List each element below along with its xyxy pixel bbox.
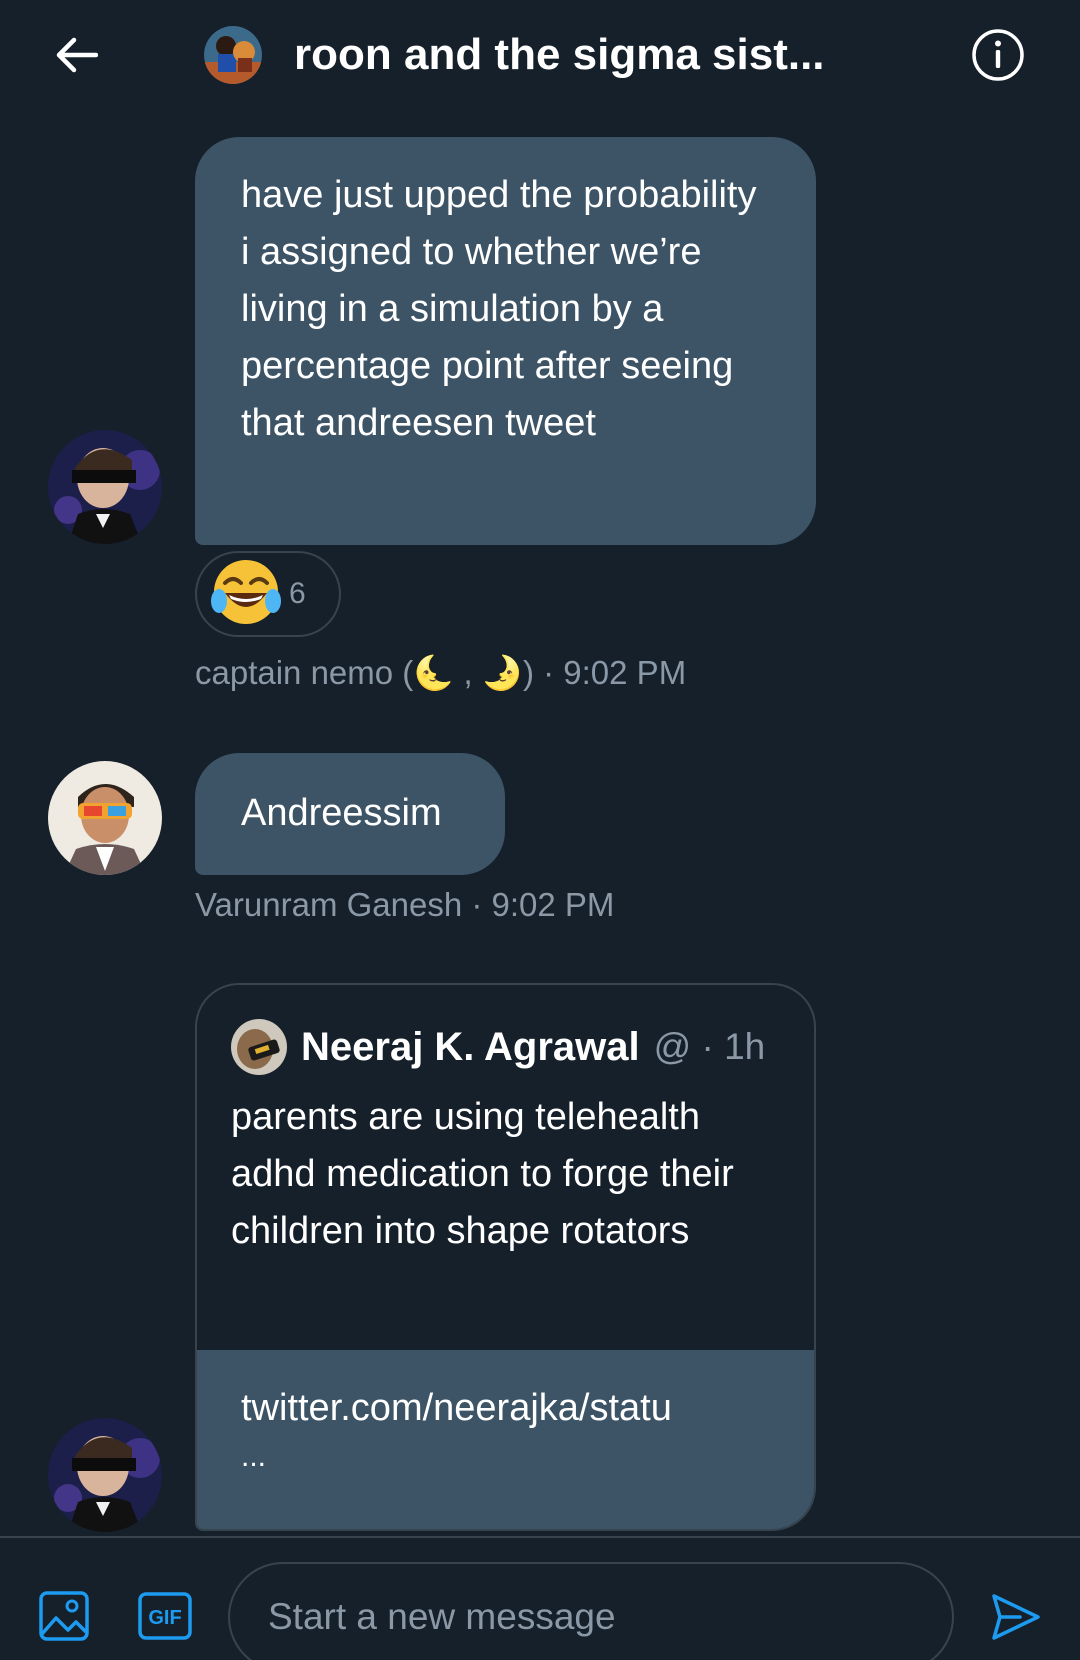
avatar-image — [48, 761, 162, 875]
image-icon — [39, 1591, 89, 1641]
conversation-header: roon and the sigma sist... — [0, 0, 1080, 112]
reaction-pill[interactable]: 6 — [195, 551, 341, 637]
send-icon — [992, 1594, 1040, 1640]
avatar-captain-nemo[interactable] — [48, 430, 162, 544]
tweet-link[interactable]: twitter.com/neerajka/statu ... — [197, 1350, 814, 1529]
add-gif-button[interactable]: GIF — [138, 1592, 192, 1640]
message-bubble[interactable]: have just upped the probability i assign… — [195, 137, 816, 545]
back-button[interactable] — [44, 28, 108, 82]
tweet-header: Neeraj K. Agrawal @ · 1h — [231, 1019, 765, 1075]
tweet-handle-time: @ · 1h — [653, 1026, 766, 1067]
conversation-info-button[interactable] — [970, 27, 1026, 83]
avatar-varunram-ganesh[interactable] — [48, 761, 162, 875]
add-media-button[interactable] — [38, 1590, 90, 1642]
reaction-count: 6 — [289, 577, 306, 610]
tweet-link-url: twitter.com/neerajka/statu — [241, 1387, 672, 1429]
conversation-title: roon and the sigma sist... — [294, 30, 825, 79]
message-meta: captain nemo (🌜 , 🌛) · 9:02 PM — [195, 654, 687, 691]
laughing-tears-emoji-icon — [211, 557, 281, 632]
arrow-left-icon — [56, 37, 98, 73]
info-icon — [972, 29, 1024, 81]
tweet-author-name: Neeraj K. Agrawal — [301, 1024, 640, 1069]
avatar-image — [48, 430, 162, 544]
gif-label: GIF — [148, 1607, 181, 1629]
dm-conversation-screen: roon and the sigma sist... have just upp… — [0, 0, 1080, 1660]
group-avatar[interactable] — [204, 26, 262, 84]
group-avatar-image — [204, 26, 262, 84]
gif-icon: GIF — [138, 1592, 192, 1640]
message-composer: GIF — [0, 1536, 1080, 1660]
shared-tweet-card[interactable]: Neeraj K. Agrawal @ · 1h parents are usi… — [195, 983, 816, 1531]
tweet-author-avatar — [231, 1019, 287, 1075]
message-meta: Varunram Ganesh · 9:02 PM — [195, 886, 615, 923]
avatar-image — [48, 1418, 162, 1532]
message-bubble[interactable]: Andreessim — [195, 753, 505, 875]
message-input[interactable] — [228, 1562, 954, 1660]
tweet-link-ellipsis: ... — [241, 1440, 267, 1473]
tweet-text: parents are using telehealth adhd medica… — [231, 1096, 734, 1252]
avatar-captain-nemo[interactable] — [48, 1418, 162, 1532]
send-button[interactable] — [990, 1592, 1042, 1642]
